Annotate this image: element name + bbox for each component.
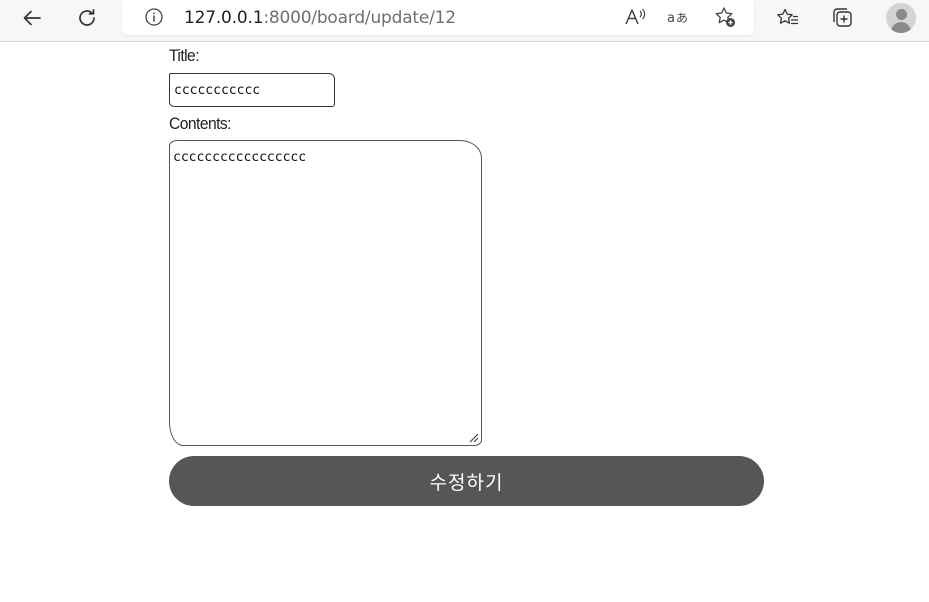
favorites-button[interactable] — [771, 3, 805, 33]
svg-text:あ: あ — [676, 11, 688, 25]
back-button[interactable] — [15, 3, 49, 33]
url-host: 127.0.0.1 — [184, 8, 264, 28]
read-aloud-button[interactable] — [618, 2, 652, 32]
collections-button[interactable] — [826, 3, 860, 33]
address-bar[interactable]: 127.0.0.1:8000/board/update/12 aあ — [122, 0, 754, 35]
resize-grip-icon[interactable] — [469, 433, 479, 443]
avatar-body-icon — [891, 22, 911, 33]
site-info-button[interactable] — [137, 2, 171, 32]
url-path: :8000/board/update/12 — [263, 8, 456, 28]
profile-avatar[interactable] — [886, 3, 916, 33]
translate-button[interactable]: aあ — [662, 2, 696, 32]
contents-textarea[interactable]: ccccccccccccccccc — [169, 140, 482, 446]
read-aloud-icon — [625, 8, 646, 25]
add-favorite-button[interactable] — [708, 2, 742, 32]
collections-icon — [833, 8, 852, 27]
reload-icon — [79, 8, 95, 26]
title-label: Title: — [169, 46, 200, 65]
favorites-list-icon — [777, 8, 798, 25]
avatar-head-icon — [896, 9, 907, 20]
contents-label: Contents: — [169, 114, 232, 133]
update-submit-button[interactable]: 수정하기 — [169, 456, 764, 506]
browser-toolbar: 127.0.0.1:8000/board/update/12 aあ — [0, 0, 929, 42]
translate-icon: aあ — [667, 11, 688, 26]
star-add-icon — [715, 7, 735, 27]
title-input[interactable] — [169, 73, 335, 107]
reload-button[interactable] — [70, 3, 104, 33]
svg-text:a: a — [667, 11, 675, 26]
info-icon — [145, 8, 163, 26]
url-text[interactable]: 127.0.0.1:8000/board/update/12 — [184, 8, 456, 28]
back-arrow-icon — [23, 10, 41, 26]
